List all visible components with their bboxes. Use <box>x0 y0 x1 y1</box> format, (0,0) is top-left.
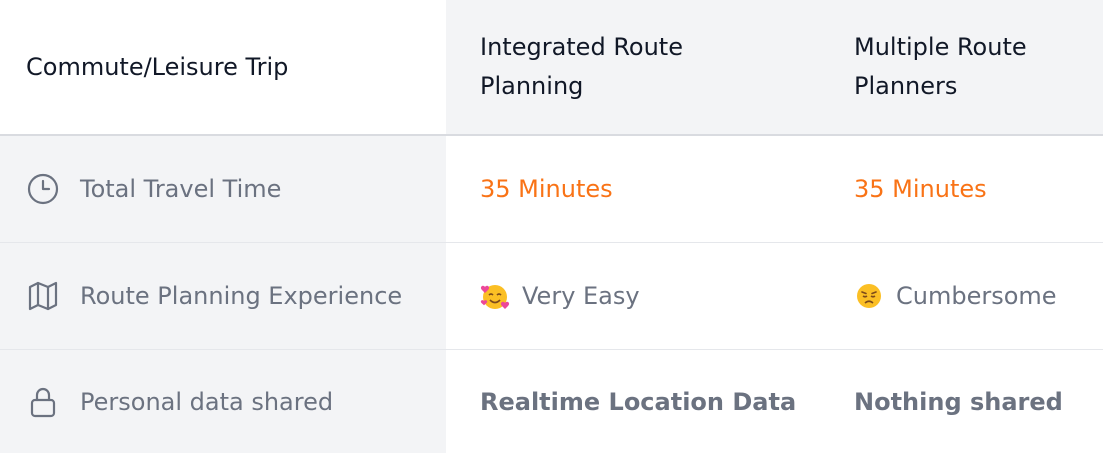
travel-time-multiple-cell: 35 Minutes <box>820 136 1103 242</box>
row-label-cell: Total Travel Time <box>0 136 446 242</box>
row-label: Total Travel Time <box>80 175 282 203</box>
header-multiple-cell: Multiple Route Planners <box>820 0 1103 134</box>
table-header-row: Commute/Leisure Trip Integrated Route Pl… <box>0 0 1103 136</box>
experience-multiple-cell: Cumbersome <box>820 243 1103 349</box>
travel-time-integrated-value: 35 Minutes <box>480 175 613 203</box>
header-multiple-title: Multiple Route Planners <box>854 33 1027 100</box>
lock-icon <box>26 385 60 419</box>
header-integrated-cell: Integrated Route Planning <box>446 0 820 134</box>
smiling-face-with-hearts-icon <box>480 281 510 311</box>
travel-time-integrated-cell: 35 Minutes <box>446 136 820 242</box>
personal-data-multiple-cell: Nothing shared <box>820 350 1103 453</box>
table-row-personal-data: Personal data shared Realtime Location D… <box>0 350 1103 453</box>
experience-multiple-value: Cumbersome <box>896 282 1057 310</box>
table-row-travel-time: Total Travel Time 35 Minutes 35 Minutes <box>0 136 1103 243</box>
row-label-cell: Personal data shared <box>0 350 446 453</box>
worried-face-icon <box>854 281 884 311</box>
experience-integrated-cell: Very Easy <box>446 243 820 349</box>
map-icon <box>26 279 60 313</box>
clock-icon <box>26 172 60 206</box>
row-label: Route Planning Experience <box>80 282 403 310</box>
header-trip-cell: Commute/Leisure Trip <box>0 0 446 134</box>
row-label: Personal data shared <box>80 387 334 416</box>
row-label-cell: Route Planning Experience <box>0 243 446 349</box>
personal-data-integrated-cell: Realtime Location Data <box>446 350 820 453</box>
personal-data-integrated-value: Realtime Location Data <box>480 387 797 416</box>
comparison-table: Commute/Leisure Trip Integrated Route Pl… <box>0 0 1103 453</box>
personal-data-multiple-value: Nothing shared <box>854 387 1063 416</box>
header-trip-title: Commute/Leisure Trip <box>26 53 289 81</box>
experience-integrated-value: Very Easy <box>522 282 640 310</box>
header-integrated-title: Integrated Route Planning <box>480 33 683 100</box>
table-row-route-experience: Route Planning Experience Very Easy Cumb… <box>0 243 1103 350</box>
travel-time-multiple-value: 35 Minutes <box>854 175 987 203</box>
